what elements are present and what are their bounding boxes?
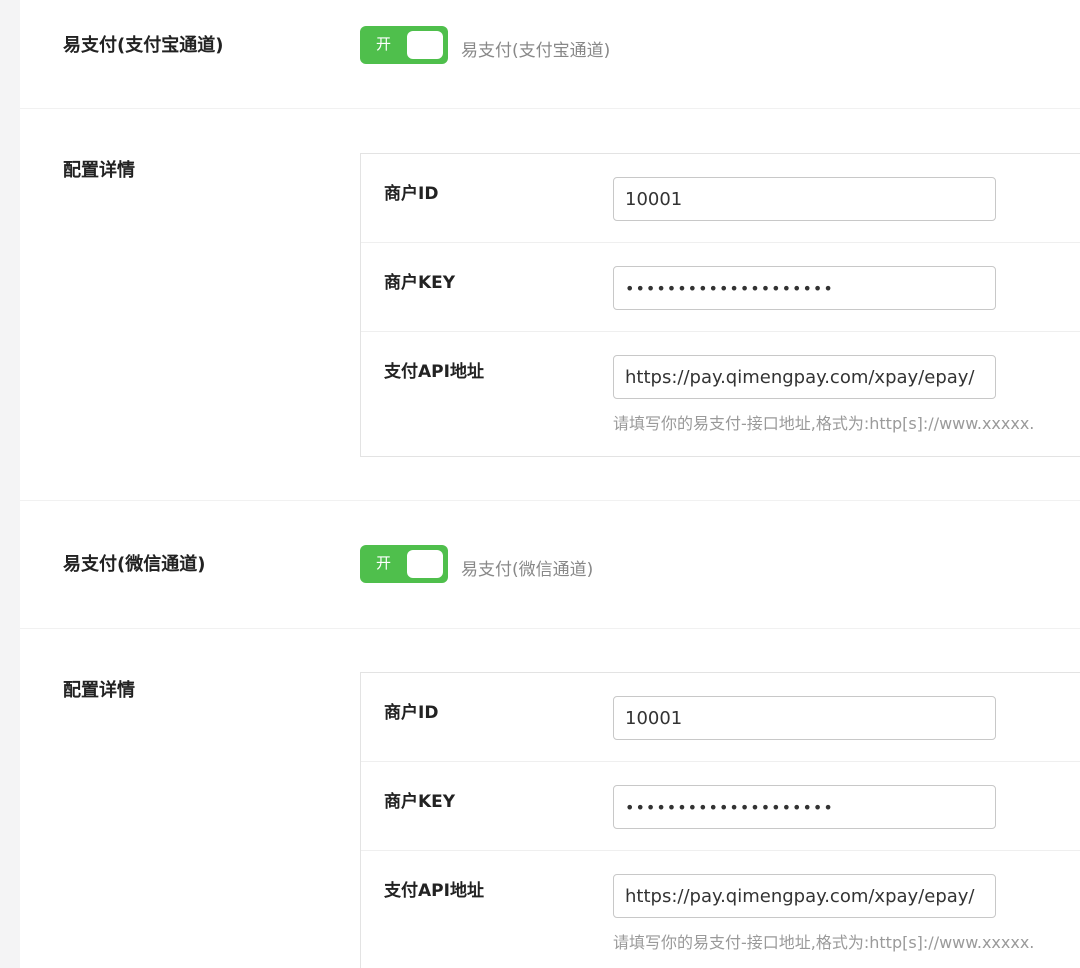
wechat-config-title: 配置详情 <box>63 680 135 701</box>
wechat-channel-toggle-description: 易支付(微信通道) <box>461 560 594 580</box>
alipay-config-panel: 商户ID 商户KEY 支付API地址 请填写你的易支付-接口地址,格式为:htt… <box>360 153 1080 457</box>
alipay-merchant-key-input[interactable] <box>613 266 996 310</box>
api-url-hint: 请填写你的易支付-接口地址,格式为:http[s]://www.xxxxx. <box>613 414 1035 433</box>
toggle-on-text: 开 <box>376 35 392 53</box>
section-divider <box>20 628 1080 629</box>
alipay-config-title: 配置详情 <box>63 160 135 181</box>
merchant-key-label: 商户KEY <box>384 792 456 812</box>
wechat-merchant-key-input[interactable] <box>613 785 996 829</box>
merchant-key-row: 商户KEY <box>361 243 1080 332</box>
section-divider <box>20 500 1080 501</box>
left-gutter <box>0 0 20 968</box>
alipay-channel-label: 易支付(支付宝通道) <box>63 35 224 56</box>
api-url-label: 支付API地址 <box>384 881 484 901</box>
section-divider <box>20 108 1080 109</box>
api-url-row: 支付API地址 请填写你的易支付-接口地址,格式为:http[s]://www.… <box>361 332 1080 456</box>
wechat-api-url-input[interactable] <box>613 874 996 918</box>
api-url-hint: 请填写你的易支付-接口地址,格式为:http[s]://www.xxxxx. <box>613 933 1035 952</box>
toggle-knob <box>407 31 443 59</box>
alipay-channel-toggle-description: 易支付(支付宝通道) <box>461 41 611 61</box>
merchant-id-label: 商户ID <box>384 703 439 723</box>
merchant-id-row: 商户ID <box>361 673 1080 762</box>
merchant-key-row: 商户KEY <box>361 762 1080 851</box>
wechat-channel-toggle[interactable]: 开 <box>360 545 448 583</box>
payment-settings-page: 易支付(支付宝通道) 开 易支付(支付宝通道) 配置详情 商户ID 商户KEY … <box>0 0 1080 968</box>
merchant-id-label: 商户ID <box>384 184 439 204</box>
merchant-id-row: 商户ID <box>361 154 1080 243</box>
toggle-on-text: 开 <box>376 554 392 572</box>
wechat-merchant-id-input[interactable] <box>613 696 996 740</box>
alipay-merchant-id-input[interactable] <box>613 177 996 221</box>
api-url-label: 支付API地址 <box>384 362 484 382</box>
merchant-key-label: 商户KEY <box>384 273 456 293</box>
alipay-channel-toggle[interactable]: 开 <box>360 26 448 64</box>
api-url-row: 支付API地址 请填写你的易支付-接口地址,格式为:http[s]://www.… <box>361 851 1080 968</box>
alipay-api-url-input[interactable] <box>613 355 996 399</box>
wechat-channel-label: 易支付(微信通道) <box>63 554 206 575</box>
toggle-knob <box>407 550 443 578</box>
wechat-config-panel: 商户ID 商户KEY 支付API地址 请填写你的易支付-接口地址,格式为:htt… <box>360 672 1080 968</box>
